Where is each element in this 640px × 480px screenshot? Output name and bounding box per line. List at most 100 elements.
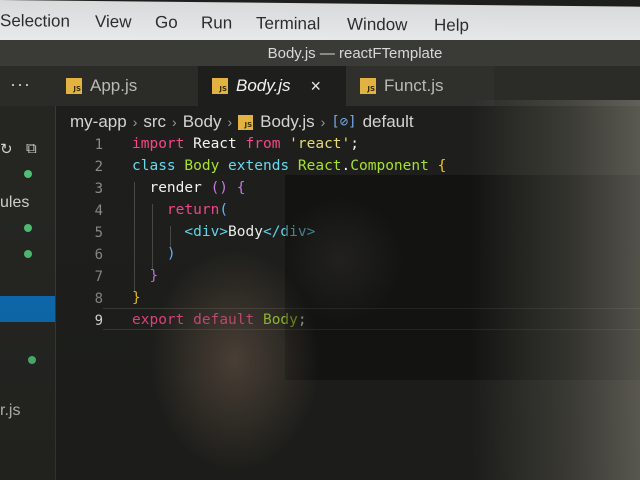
symbol-icon: [⊘] <box>331 114 357 130</box>
line-number: 8 <box>94 291 103 307</box>
explorer-sidebar: ↻ ⧉ ules r.js <box>0 106 56 480</box>
code-line[interactable]: } <box>132 290 141 306</box>
title-bar: Body.js — reactFTemplate <box>0 40 640 66</box>
code-line[interactable]: } <box>132 268 158 284</box>
code-token: import <box>132 136 185 152</box>
more-actions-icon[interactable]: ··· <box>10 74 31 95</box>
tab-label: Funct.js <box>384 76 444 95</box>
code-token: . <box>341 158 351 174</box>
chevron-right-icon: › <box>172 114 177 130</box>
code-line[interactable]: return( <box>132 202 228 218</box>
line-number: 2 <box>94 159 103 175</box>
js-file-icon: JS <box>66 78 82 94</box>
code-token: Body <box>228 224 263 240</box>
menu-go[interactable]: Go <box>155 13 178 33</box>
collapse-all-icon[interactable]: ⧉ <box>26 140 37 157</box>
breadcrumb-body[interactable]: Body <box>183 112 222 132</box>
code-token: React <box>184 136 246 152</box>
js-file-icon: JS <box>212 78 228 94</box>
code-line[interactable]: <div>Body</div> <box>132 224 315 240</box>
code-token: } <box>149 268 159 284</box>
git-status-dot <box>28 356 36 364</box>
chevron-right-icon: › <box>320 114 326 130</box>
code-token: ( <box>219 202 229 218</box>
git-status-dot <box>24 250 32 258</box>
git-status-dot <box>24 224 32 232</box>
tab-funct-js[interactable]: JS Funct.js <box>346 66 494 106</box>
code-line[interactable]: export default Body; <box>132 312 307 328</box>
sidebar-item-file[interactable]: r.js <box>0 402 20 420</box>
tab-body-js[interactable]: JS Body.js × <box>198 66 346 106</box>
code-line[interactable]: class Body extends React.Component { <box>132 158 446 174</box>
tab-label: App.js <box>90 76 138 95</box>
sidebar-item-node-modules[interactable]: ules <box>0 194 29 212</box>
tab-strip: ··· JS App.js JS Body.js × JS Funct.js <box>0 66 640 106</box>
chevron-right-icon: › <box>227 114 233 130</box>
code-token: React <box>297 158 342 174</box>
menu-terminal[interactable]: Terminal <box>256 14 320 35</box>
line-number: 1 <box>94 137 103 153</box>
line-number: 5 <box>94 225 103 241</box>
menu-view[interactable]: View <box>95 12 132 32</box>
code-token: { <box>437 158 447 174</box>
code-token: extends <box>228 158 290 174</box>
close-icon[interactable]: × <box>311 76 322 97</box>
refresh-icon[interactable]: ↻ <box>0 140 13 158</box>
code-token: 'react' <box>289 136 351 152</box>
line-number: 7 <box>94 269 103 285</box>
tab-label: Body.js <box>236 76 291 95</box>
breadcrumb-src[interactable]: src <box>143 112 166 132</box>
code-editor[interactable]: 1 2 3 4 5 6 7 8 9 import React from 'react'; clas… <box>57 136 640 480</box>
code-token: render <box>132 180 211 196</box>
code-token: </div> <box>262 224 316 240</box>
code-token: } <box>132 290 141 306</box>
code-token: ; <box>350 136 359 152</box>
code-line[interactable]: ) <box>132 246 176 262</box>
code-token: class <box>132 158 176 174</box>
code-token: ) <box>166 246 176 262</box>
code-token: default <box>193 312 255 328</box>
window-title: Body.js — reactFTemplate <box>267 44 443 62</box>
menu-selection[interactable]: Selection <box>0 11 70 32</box>
chevron-right-icon: › <box>132 114 138 130</box>
code-token: Body <box>184 158 220 174</box>
sidebar-selected-item[interactable] <box>0 296 55 322</box>
line-number: 6 <box>94 247 103 263</box>
code-token: { <box>236 180 246 196</box>
code-line[interactable]: import React from 'react'; <box>132 136 359 152</box>
code-line[interactable]: render () { <box>132 180 246 196</box>
code-token: from <box>245 136 281 152</box>
git-status-dot <box>24 170 32 178</box>
breadcrumb: my-app › src › Body › JS Body.js › [⊘] d… <box>70 108 414 136</box>
menu-window[interactable]: Window <box>347 15 407 36</box>
code-token: export <box>132 312 185 328</box>
code-token: Component <box>350 158 429 174</box>
code-token: return <box>166 202 220 218</box>
breadcrumb-default[interactable]: default <box>363 112 414 132</box>
tab-app-js[interactable]: JS App.js <box>56 66 198 106</box>
line-number: 4 <box>94 203 103 219</box>
code-token: ; <box>297 312 307 328</box>
menu-run[interactable]: Run <box>201 13 232 33</box>
breadcrumb-my-app[interactable]: my-app <box>70 112 127 132</box>
code-token: <div> <box>184 224 229 240</box>
js-file-icon: JS <box>238 114 254 130</box>
code-token: Body <box>262 312 298 328</box>
breadcrumb-body-js[interactable]: Body.js <box>260 112 315 132</box>
line-number: 9 <box>94 313 103 329</box>
js-file-icon: JS <box>360 78 376 94</box>
menu-help[interactable]: Help <box>434 16 469 36</box>
line-number: 3 <box>94 181 103 197</box>
code-token: () <box>210 180 229 196</box>
